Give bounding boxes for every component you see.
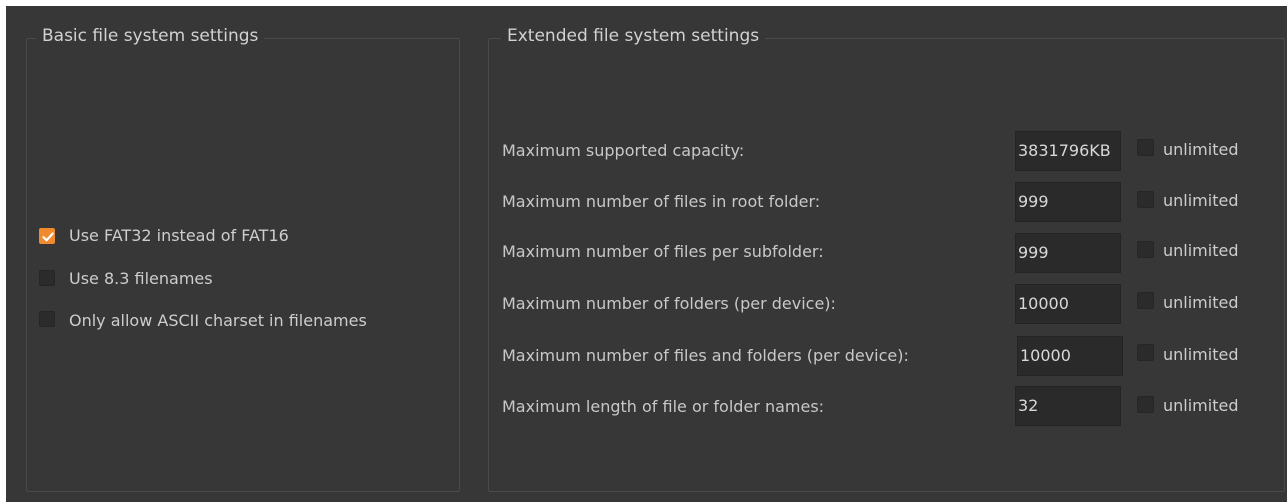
- settings-panel: Basic file system settings Extended file…: [6, 6, 1287, 502]
- max-folders-unlimited-label[interactable]: unlimited: [1163, 293, 1238, 313]
- checkmark-icon: [42, 232, 54, 242]
- use-fat32-checkbox[interactable]: [39, 228, 55, 244]
- use-83-filenames-checkbox[interactable]: [39, 270, 55, 286]
- use-83-filenames-label[interactable]: Use 8.3 filenames: [69, 269, 213, 289]
- basic-settings-title: Basic file system settings: [36, 24, 265, 48]
- max-root-files-input[interactable]: 999: [1015, 182, 1121, 222]
- use-fat32-label[interactable]: Use FAT32 instead of FAT16: [69, 226, 289, 246]
- max-name-length-unlimited-checkbox[interactable]: [1137, 396, 1154, 413]
- basic-settings-group: Basic file system settings: [26, 24, 460, 492]
- max-subfolder-files-unlimited-label[interactable]: unlimited: [1163, 241, 1238, 261]
- max-files-folders-label: Maximum number of files and folders (per…: [502, 346, 909, 365]
- max-files-folders-unlimited-checkbox[interactable]: [1137, 344, 1154, 361]
- max-files-folders-unlimited-label[interactable]: unlimited: [1163, 345, 1238, 365]
- max-name-length-input[interactable]: 32: [1015, 386, 1121, 426]
- max-subfolder-files-unlimited-checkbox[interactable]: [1137, 241, 1154, 258]
- extended-settings-title: Extended file system settings: [501, 24, 766, 48]
- max-root-files-unlimited-label[interactable]: unlimited: [1163, 191, 1238, 211]
- max-name-length-unlimited-label[interactable]: unlimited: [1163, 396, 1238, 416]
- max-folders-input[interactable]: 10000: [1015, 284, 1121, 324]
- max-subfolder-files-input[interactable]: 999: [1015, 233, 1121, 273]
- max-name-length-label: Maximum length of file or folder names:: [502, 397, 825, 416]
- ascii-charset-label[interactable]: Only allow ASCII charset in filenames: [69, 311, 367, 331]
- max-folders-unlimited-checkbox[interactable]: [1137, 292, 1154, 309]
- max-files-folders-input[interactable]: 10000: [1017, 336, 1123, 376]
- max-capacity-unlimited-label[interactable]: unlimited: [1163, 140, 1238, 160]
- max-subfolder-files-label: Maximum number of files per subfolder:: [502, 242, 824, 261]
- ascii-charset-checkbox[interactable]: [39, 311, 55, 327]
- max-root-files-label: Maximum number of files in root folder:: [502, 192, 821, 211]
- max-capacity-input[interactable]: 3831796KB: [1015, 131, 1121, 171]
- max-capacity-unlimited-checkbox[interactable]: [1137, 139, 1154, 156]
- max-capacity-label: Maximum supported capacity:: [502, 141, 745, 160]
- max-root-files-unlimited-checkbox[interactable]: [1137, 191, 1154, 208]
- extended-settings-group: Extended file system settings: [488, 24, 1285, 492]
- max-folders-label: Maximum number of folders (per device):: [502, 294, 836, 313]
